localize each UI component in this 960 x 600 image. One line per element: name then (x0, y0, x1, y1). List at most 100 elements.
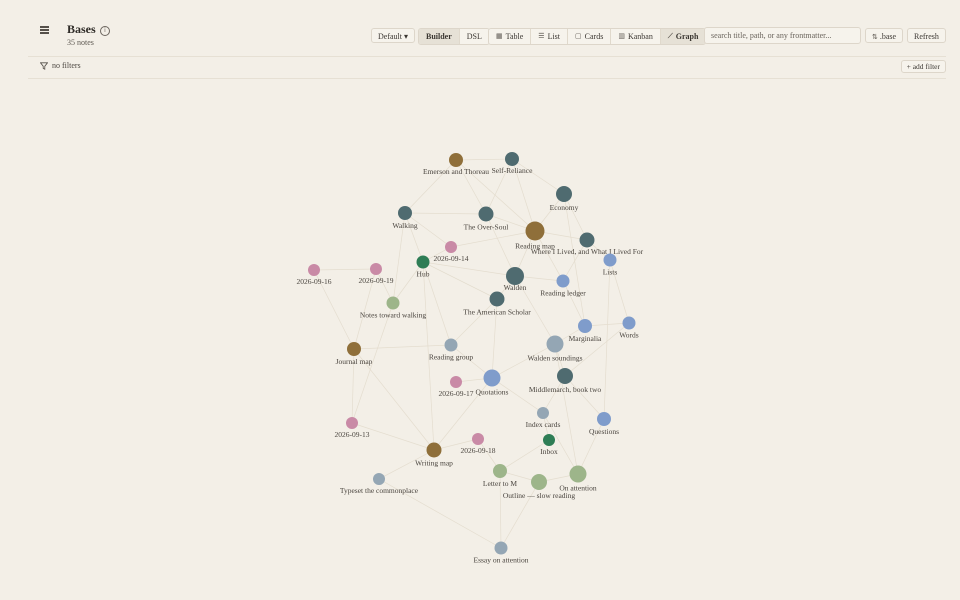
refresh-button[interactable]: Refresh (907, 28, 946, 43)
graph-node[interactable]: Walden (504, 267, 527, 292)
graph-node-circle[interactable] (556, 186, 572, 202)
graph-node[interactable]: Essay on attention (474, 541, 529, 565)
graph-node[interactable]: Walking (392, 206, 418, 230)
search-input[interactable] (704, 27, 861, 44)
graph-node-circle[interactable] (445, 241, 457, 253)
graph-node-circle[interactable] (472, 433, 484, 445)
graph-node-circle[interactable] (543, 434, 555, 446)
graph-edge (455, 158, 513, 161)
graph-node[interactable]: Notes toward walking (360, 296, 426, 320)
graph-node-circle[interactable] (450, 376, 462, 388)
graph-node[interactable]: 2026-09-19 (359, 263, 394, 285)
graph-node-circle[interactable] (531, 474, 547, 490)
tab-table-label: Table (505, 32, 524, 41)
graph-canvas[interactable]: Emerson and Thoreau Self-Reliance Economy W… (0, 79, 960, 600)
graph-edge (313, 268, 377, 271)
view-tabs: ▦ Table ☰ List ▢ Cards ▥ Kanban ⟋ Graph (488, 28, 707, 45)
graph-node[interactable]: 2026-09-13 (335, 417, 370, 439)
add-filter-button[interactable]: + add filter (900, 60, 946, 73)
graph-node[interactable]: Inbox (540, 434, 558, 456)
graph-node-circle[interactable] (373, 473, 385, 485)
graph-node[interactable]: The American Scholar (463, 291, 531, 317)
sort-icon: ⇅ (872, 33, 878, 41)
filter-icon[interactable] (40, 62, 48, 70)
graph-node-circle[interactable] (556, 274, 570, 288)
menu-icon[interactable] (40, 26, 49, 34)
graph-node[interactable]: 2026-09-17 (439, 376, 474, 398)
filter-status: no filters (52, 61, 81, 70)
tab-kanban[interactable]: ▥ Kanban (611, 29, 660, 44)
graph-node[interactable]: Words (619, 316, 639, 340)
graph-node-circle[interactable] (398, 206, 412, 220)
graph-edge (511, 158, 565, 195)
graph-node-circle[interactable] (483, 369, 501, 387)
graph-node[interactable]: Reading ledger (540, 274, 586, 298)
graph-node-label: Writing map (415, 459, 453, 468)
graph-node[interactable]: Typeset the commonplace (340, 473, 419, 495)
graph-node-circle[interactable] (505, 152, 519, 166)
graph-node[interactable]: Self-Reliance (492, 152, 533, 175)
graph-node-circle[interactable] (478, 206, 494, 222)
tab-cards[interactable]: ▢ Cards (568, 29, 610, 44)
graph-node-circle[interactable] (308, 264, 320, 276)
base-file-button[interactable]: ⇅ .base (865, 28, 904, 43)
graph-node[interactable]: Letter to M (483, 464, 517, 488)
graph-node[interactable]: The Over-Soul (464, 206, 509, 232)
graph-node-circle[interactable] (489, 291, 505, 307)
graph-node-circle[interactable] (525, 221, 545, 241)
preset-dropdown[interactable]: Default ▾ (371, 28, 416, 43)
graph-node-circle[interactable] (578, 319, 592, 333)
graph-node-circle[interactable] (557, 368, 573, 384)
info-icon[interactable]: i (100, 26, 110, 36)
graph-icon: ⟋ (667, 32, 673, 40)
graph-node-circle[interactable] (449, 153, 463, 167)
graph-node-circle[interactable] (416, 255, 430, 269)
graph-node-label: Middlemarch, book two (529, 385, 602, 394)
graph-node-label: 2026-09-17 (439, 389, 474, 398)
graph-node[interactable]: 2026-09-16 (297, 264, 332, 286)
graph-node[interactable]: Lists (603, 253, 618, 277)
graph-node[interactable]: Reading group (429, 338, 474, 362)
graph-node-circle[interactable] (579, 232, 595, 248)
graph-node-circle[interactable] (622, 316, 636, 330)
tab-list[interactable]: ☰ List (531, 29, 567, 44)
tab-dsl[interactable]: DSL (460, 29, 489, 44)
graph-node[interactable]: Marginalia (569, 319, 602, 343)
tab-table[interactable]: ▦ Table (489, 29, 530, 44)
graph-node[interactable]: 2026-09-18 (461, 433, 496, 455)
graph-node-circle[interactable] (346, 417, 358, 429)
graph-node[interactable]: Writing map (415, 442, 453, 468)
graph-node-circle[interactable] (493, 464, 507, 478)
graph-node[interactable]: On attention (559, 465, 597, 493)
graph-node[interactable]: Journal map (336, 342, 373, 366)
graph-node[interactable]: Questions (589, 412, 619, 436)
graph-node[interactable]: Middlemarch, book two (529, 368, 602, 394)
graph-node[interactable]: Hub (416, 255, 430, 279)
graph-node[interactable]: Emerson and Thoreau (423, 153, 489, 176)
graph-node-label: Quotations (476, 388, 509, 397)
base-file-label: .base (879, 32, 897, 41)
graph-node-circle[interactable] (569, 465, 587, 483)
graph-node-circle[interactable] (546, 335, 564, 353)
graph-node-circle[interactable] (347, 342, 361, 356)
graph-node-label: 2026-09-19 (359, 276, 394, 285)
graph-node[interactable]: Index cards (526, 407, 561, 429)
graph-node-circle[interactable] (386, 296, 400, 310)
graph-node-label: Marginalia (569, 334, 602, 343)
graph-node-circle[interactable] (494, 541, 508, 555)
graph-node-label: Economy (550, 203, 579, 212)
cards-icon: ▢ (575, 32, 582, 40)
graph-node[interactable]: Economy (550, 186, 579, 212)
graph-node-label: Emerson and Thoreau (423, 167, 489, 176)
graph-node-circle[interactable] (426, 442, 442, 458)
graph-node-circle[interactable] (370, 263, 382, 275)
tab-builder[interactable]: Builder (419, 29, 459, 44)
graph-node-label: Where I Lived, and What I Lived For (531, 247, 644, 256)
graph-node-circle[interactable] (597, 412, 611, 426)
graph-node-circle[interactable] (603, 253, 617, 267)
graph-edge (404, 212, 452, 248)
tab-graph[interactable]: ⟋ Graph (660, 29, 706, 44)
graph-node-circle[interactable] (444, 338, 458, 352)
graph-node[interactable]: Quotations (476, 369, 509, 397)
graph-node-circle[interactable] (537, 407, 549, 419)
